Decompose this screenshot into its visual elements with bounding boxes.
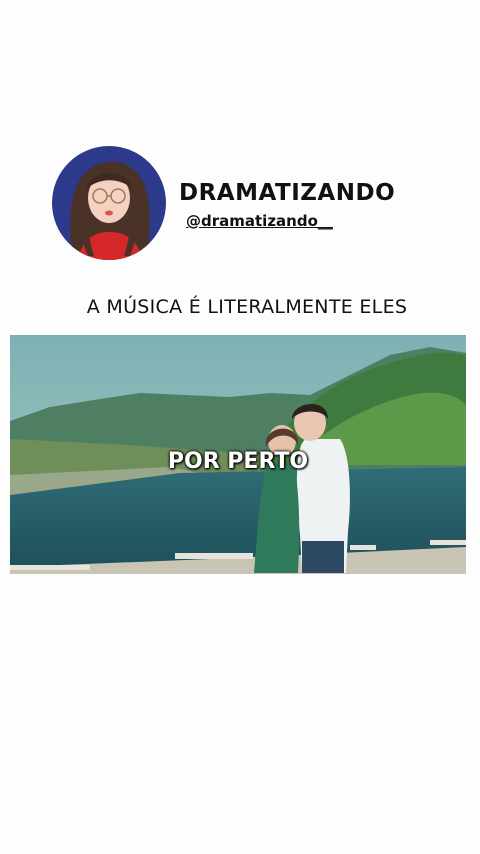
avatar[interactable] — [52, 146, 166, 260]
post-screen: DRAMATIZANDO @dramatizando__ A MÚSICA É … — [0, 0, 480, 854]
post-caption: A MÚSICA É LITERALMENTE ELES — [86, 296, 408, 318]
profile-handle[interactable]: @dramatizando__ — [186, 212, 333, 230]
video-player[interactable]: POR PERTO — [10, 335, 466, 574]
profile-header[interactable]: DRAMATIZANDO @dramatizando__ — [52, 146, 432, 262]
profile-name[interactable]: DRAMATIZANDO — [179, 180, 395, 206]
video-subtitle: POR PERTO — [167, 449, 309, 474]
